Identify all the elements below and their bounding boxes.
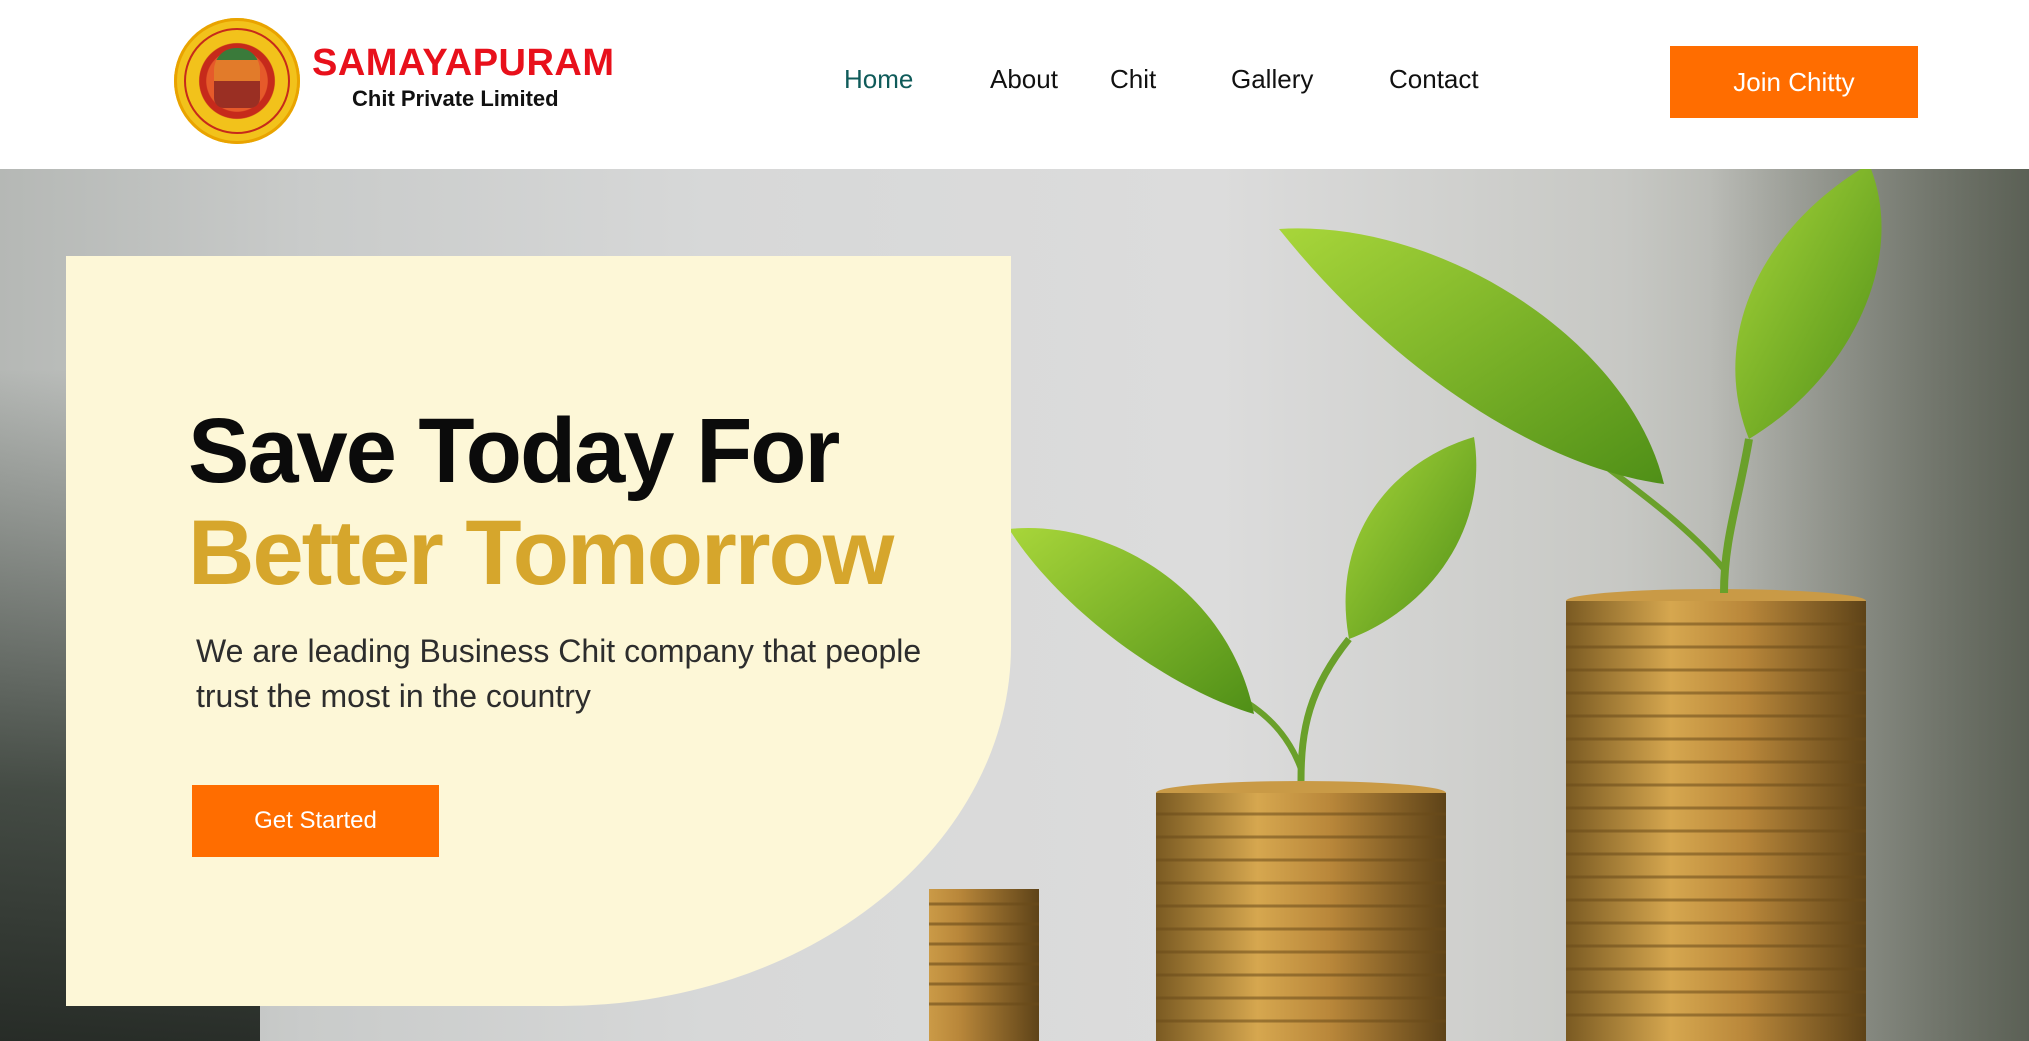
nav-contact[interactable]: Contact [1389, 64, 1479, 95]
hero-headline-line2: Better Tomorrow [188, 502, 894, 604]
coin-stack-icon-middle [1156, 781, 1446, 1041]
brand-title[interactable]: SAMAYAPURAM [312, 42, 615, 85]
nav-gallery[interactable]: Gallery [1231, 64, 1313, 95]
coin-stack-icon-right [1566, 589, 1866, 1041]
nav-about[interactable]: About [990, 64, 1058, 95]
deity-figure [214, 48, 260, 108]
coin-stack-icon-small [929, 889, 1039, 1041]
logo-seal-icon[interactable] [174, 18, 300, 144]
get-started-button[interactable]: Get Started [192, 785, 439, 857]
hero-description: We are leading Business Chit company tha… [196, 633, 922, 714]
plant-sprout-icon-middle [1009, 437, 1477, 782]
site-header: SAMAYAPURAM Chit Private Limited Home Ab… [0, 0, 2029, 169]
hero-section: Save Today For Better Tomorrow We are le… [0, 169, 2029, 1041]
coin-stacks-with-plants-image [929, 169, 1882, 1041]
hero-headline-line1: Save Today For [188, 400, 840, 502]
nav-chit[interactable]: Chit [1110, 64, 1156, 95]
brand-subtitle: Chit Private Limited [352, 86, 559, 111]
join-chitty-button[interactable]: Join Chitty [1670, 46, 1918, 118]
nav-home[interactable]: Home [844, 64, 913, 95]
